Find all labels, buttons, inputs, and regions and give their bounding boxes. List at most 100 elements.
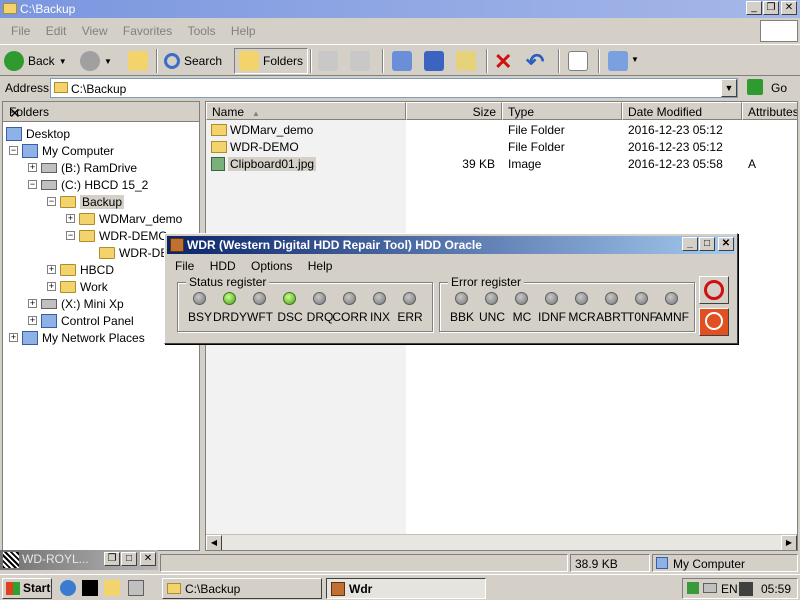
toolbar-separator [382, 49, 384, 73]
stop-icon [704, 280, 724, 300]
back-button[interactable]: Back ▼ [4, 48, 67, 74]
list-item[interactable]: WDR-DEMO File Folder 2016-12-23 05:12 [206, 138, 797, 155]
tree-item-wdr-demo[interactable]: − WDR-DEMO [66, 227, 168, 244]
collapse-icon[interactable]: − [47, 197, 56, 206]
keyboard-icon[interactable] [739, 582, 753, 596]
tree-item-control-panel[interactable]: + Control Panel [28, 312, 134, 329]
collapse-icon[interactable]: − [28, 180, 37, 189]
up-folder-button[interactable] [128, 48, 148, 74]
error-led-label: AMNF [655, 310, 689, 324]
expand-icon[interactable]: + [47, 282, 56, 291]
scroll-left-icon[interactable]: ◀ [206, 535, 222, 550]
task-wdr[interactable]: Wdr [326, 578, 486, 599]
tree-item-hbcd[interactable]: + HBCD [47, 261, 114, 278]
tree-item-wdmarv-demo[interactable]: + WDMarv_demo [66, 210, 182, 227]
expand-icon[interactable]: + [47, 265, 56, 274]
menu-view[interactable]: View [76, 21, 114, 41]
properties-icon[interactable] [568, 51, 588, 71]
menu-edit[interactable]: Edit [40, 21, 73, 41]
expand-icon[interactable]: + [66, 214, 75, 223]
minimize-button[interactable]: _ [746, 1, 762, 15]
close-button[interactable]: ✕ [718, 237, 734, 251]
column-size[interactable]: Size [406, 102, 502, 120]
folders-button[interactable]: Folders [234, 48, 309, 74]
collapse-icon[interactable]: − [66, 231, 75, 240]
forward-button[interactable]: ▼ [80, 48, 112, 74]
wdr-window[interactable]: WDR (Western Digital HDD Repair Tool) HD… [164, 233, 738, 344]
maximize-button[interactable]: □ [121, 552, 137, 566]
explorer-icon[interactable] [104, 580, 120, 596]
expand-icon[interactable]: + [28, 316, 37, 325]
wdr-menu-options[interactable]: Options [245, 256, 298, 276]
tree-item-my-computer[interactable]: − My Computer [9, 142, 114, 159]
expand-icon[interactable]: + [9, 333, 18, 342]
task-explorer[interactable]: C:\Backup [162, 578, 322, 599]
tree-item-x-drive[interactable]: + (X:) Mini Xp [28, 295, 124, 312]
wdr-titlebar[interactable]: WDR (Western Digital HDD Repair Tool) HD… [167, 236, 735, 254]
maximize-button[interactable]: ❐ [763, 1, 779, 15]
dropdown-arrow-icon[interactable]: ▼ [631, 55, 639, 64]
tree-item-c-drive[interactable]: − (C:) HBCD 15_2 [28, 176, 148, 193]
cmd-icon[interactable] [82, 580, 98, 596]
file-name: WDR-DEMO [230, 140, 299, 154]
copy-to-icon[interactable] [350, 51, 370, 71]
restore-button[interactable]: ❐ [104, 552, 120, 566]
status-led-label: ERR [397, 310, 423, 324]
power-button[interactable] [699, 308, 729, 336]
list-item[interactable]: Clipboard01.jpg 39 KB Image 2016-12-23 0… [206, 155, 797, 172]
column-attributes[interactable]: Attributes [742, 102, 797, 120]
clock: 05:59 [761, 582, 792, 596]
scroll-right-icon[interactable]: ▶ [781, 535, 797, 550]
wdr-menu-file[interactable]: File [169, 256, 200, 276]
tree-item-backup[interactable]: − Backup [47, 193, 125, 210]
move-to-icon[interactable] [318, 51, 338, 71]
copy-icon[interactable] [392, 51, 412, 71]
collapse-icon[interactable]: − [9, 146, 18, 155]
column-date[interactable]: Date Modified [622, 102, 742, 120]
tree-item-wdr-de[interactable]: WDR-DE [99, 244, 168, 261]
expand-icon[interactable]: + [28, 299, 37, 308]
maximize-button[interactable]: □ [699, 237, 715, 251]
language-indicator[interactable]: EN [721, 582, 738, 596]
address-label: Address [5, 81, 50, 95]
close-button[interactable]: ✕ [781, 1, 797, 15]
horizontal-scrollbar[interactable]: ◀ ▶ [206, 534, 797, 550]
list-item[interactable]: WDMarv_demo File Folder 2016-12-23 05:12 [206, 121, 797, 138]
search-button[interactable]: Search [164, 48, 222, 74]
tree-item-label: My Network Places [42, 330, 145, 345]
drive-icon[interactable] [128, 580, 144, 596]
undo-icon[interactable]: ↶ [526, 49, 544, 75]
cut-icon[interactable] [424, 51, 444, 71]
column-name[interactable]: Name ▲ [206, 102, 406, 120]
menu-help[interactable]: Help [225, 21, 262, 41]
paste-icon[interactable] [456, 51, 476, 71]
menu-tools[interactable]: Tools [182, 21, 222, 41]
wdr-menu-hdd[interactable]: HDD [204, 256, 242, 276]
window-titlebar[interactable]: C:\Backup _ ❐ ✕ [0, 0, 800, 18]
expand-icon[interactable]: + [28, 163, 37, 172]
start-button[interactable]: Start [2, 578, 52, 599]
go-button[interactable]: Go [745, 78, 797, 98]
tree-item-desktop[interactable]: Desktop [6, 125, 70, 142]
tree-item-network[interactable]: + My Network Places [9, 329, 145, 346]
delete-icon[interactable]: ✕ [494, 49, 512, 75]
column-type[interactable]: Type [502, 102, 622, 120]
address-dropdown-button[interactable]: ▼ [721, 79, 737, 97]
ie-icon[interactable] [60, 580, 76, 596]
stop-button[interactable] [699, 276, 729, 304]
views-icon[interactable] [608, 51, 628, 71]
tree-item-ramdrive[interactable]: + (B:) RamDrive [28, 159, 137, 176]
menu-favorites[interactable]: Favorites [117, 21, 178, 41]
drive-icon[interactable] [703, 583, 717, 593]
minimize-button[interactable]: _ [682, 237, 698, 251]
menu-file[interactable]: File [5, 21, 36, 41]
wdr-menu-help[interactable]: Help [302, 256, 339, 276]
image-file-icon [211, 157, 225, 171]
network-icon[interactable] [687, 582, 699, 594]
minimized-window[interactable]: WD-ROYL... ❐ □ ✕ [0, 550, 158, 570]
address-input[interactable]: C:\Backup ▼ [50, 78, 738, 98]
tree-item-work[interactable]: + Work [47, 278, 108, 295]
close-button[interactable]: ✕ [140, 552, 156, 566]
folder-open-icon [60, 195, 76, 208]
close-icon[interactable]: ✕ [9, 105, 193, 122]
